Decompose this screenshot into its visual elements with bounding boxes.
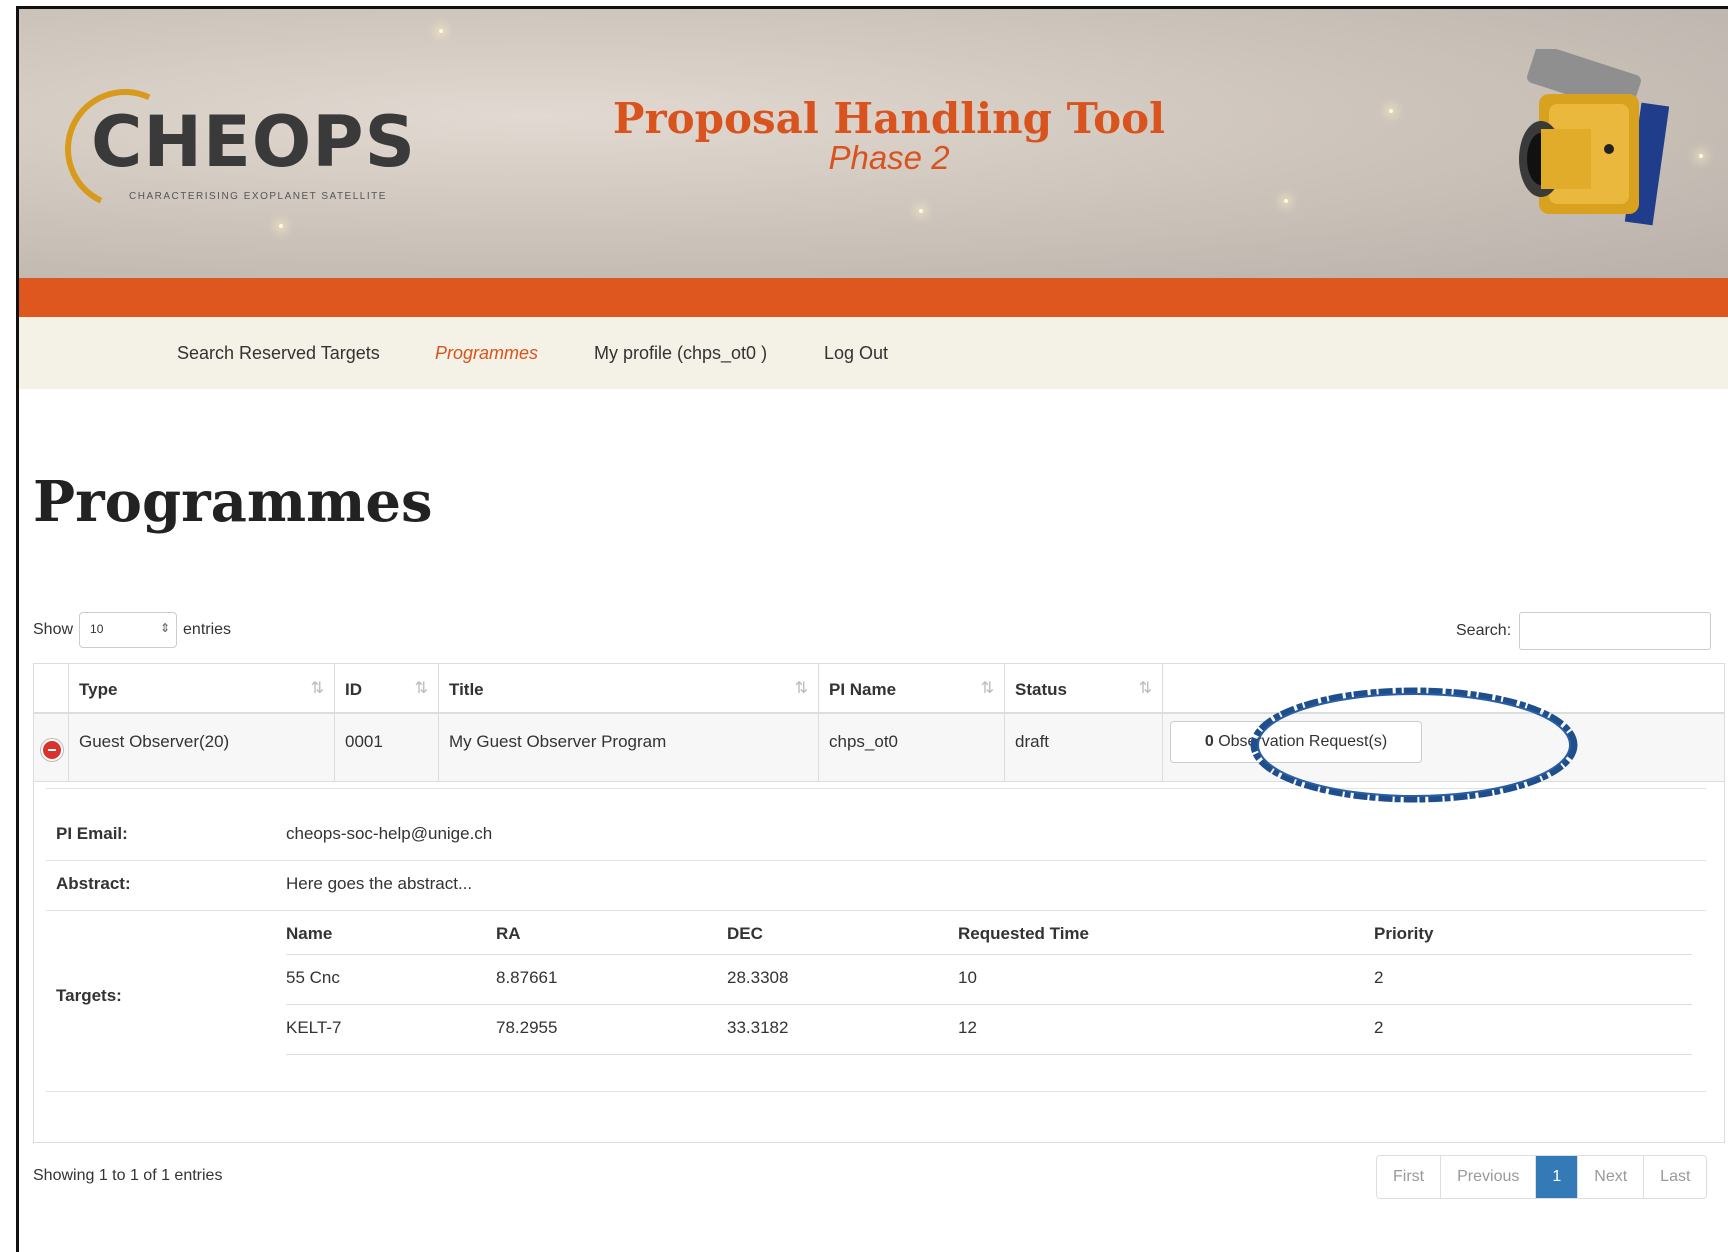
main-nav: Search Reserved Targets Programmes My pr… [19,317,1728,389]
logo-subtitle: CHARACTERISING EXOPLANET SATELLITE [129,191,387,202]
nav-search-reserved-targets[interactable]: Search Reserved Targets [177,343,380,364]
search-input[interactable] [1519,612,1712,650]
targets-label: Targets: [56,986,122,1005]
sort-icon: ⇅ [310,680,324,697]
pager-next[interactable]: Next [1578,1156,1645,1198]
collapse-row-icon[interactable] [41,739,63,761]
select-arrows-icon: ⇕ [159,621,171,635]
nav-programmes[interactable]: Programmes [435,343,538,364]
sort-icon: ⇅ [980,680,994,697]
logo-wordmark: CHEOPS [91,101,416,183]
pi-email-value: cheops-soc-help@unige.ch [286,824,493,843]
pi-email-label: PI Email: [56,824,128,843]
entries-select-value: 10 [90,622,104,636]
col-type[interactable]: Type ⇅ [68,664,334,714]
targets-header: Name RA DEC Requested Time Priority [286,924,1434,943]
pager-first[interactable]: First [1377,1156,1442,1198]
app-title-main: Proposal Handling Tool [612,94,1166,143]
cell-pi-name: chps_ot0 [818,714,1004,782]
col-pi-name[interactable]: PI Name ⇅ [818,664,1004,714]
abstract-label: Abstract: [56,874,131,893]
satellite-icon [1519,49,1669,226]
pager-current[interactable]: 1 [1536,1156,1579,1198]
search-label: Search: [1456,622,1512,639]
pager-last[interactable]: Last [1644,1156,1706,1198]
cell-status: draft [1004,714,1162,782]
sort-desc-icon: ⇅ [414,680,428,697]
pagination: First Previous 1 Next Last [1376,1155,1708,1199]
target-row: KELT-7 78.2955 33.3182 12 2 [286,1018,1384,1037]
app-title-phase: Phase 2 [828,139,950,176]
cheops-logo[interactable]: CHEOPS CHARACTERISING EXOPLANET SATELLIT… [48,72,459,226]
cell-type: Guest Observer(20) [68,714,334,782]
sort-icon: ⇅ [794,680,808,697]
pager-previous[interactable]: Previous [1441,1156,1537,1198]
cell-title: My Guest Observer Program [438,714,818,782]
length-menu-prefix: Show [33,621,74,638]
table-info: Showing 1 to 1 of 1 entries [33,1167,223,1184]
header-banner: CHEOPS CHARACTERISING EXOPLANET SATELLIT… [19,9,1728,278]
entries-select[interactable]: 10 ⇕ [79,612,178,648]
sort-icon: ⇅ [1138,680,1152,697]
length-menu-suffix: entries [183,621,232,638]
col-status[interactable]: Status ⇅ [1004,664,1162,714]
col-id[interactable]: ID ⇅ [334,664,438,714]
annotation-ellipse-icon [1250,687,1578,803]
nav-my-profile[interactable]: My profile (chps_ot0 ) [594,343,767,364]
app-frame: CHEOPS CHARACTERISING EXOPLANET SATELLIT… [16,6,1728,1252]
nav-log-out[interactable]: Log Out [824,343,888,364]
abstract-value: Here goes the abstract... [286,874,473,893]
app-title: Proposal Handling Tool Phase 2 [609,94,1169,177]
length-menu: Show 10 ⇕ entries [33,612,231,648]
cell-id: 0001 [334,714,438,782]
target-row: 55 Cnc 8.87661 28.3308 10 2 [286,968,1384,987]
observation-count: 0 [1204,733,1214,750]
search-box: Search: [1456,612,1712,650]
page-title: Programmes [33,469,433,535]
accent-bar [19,278,1728,317]
col-title[interactable]: Title ⇅ [438,664,818,714]
